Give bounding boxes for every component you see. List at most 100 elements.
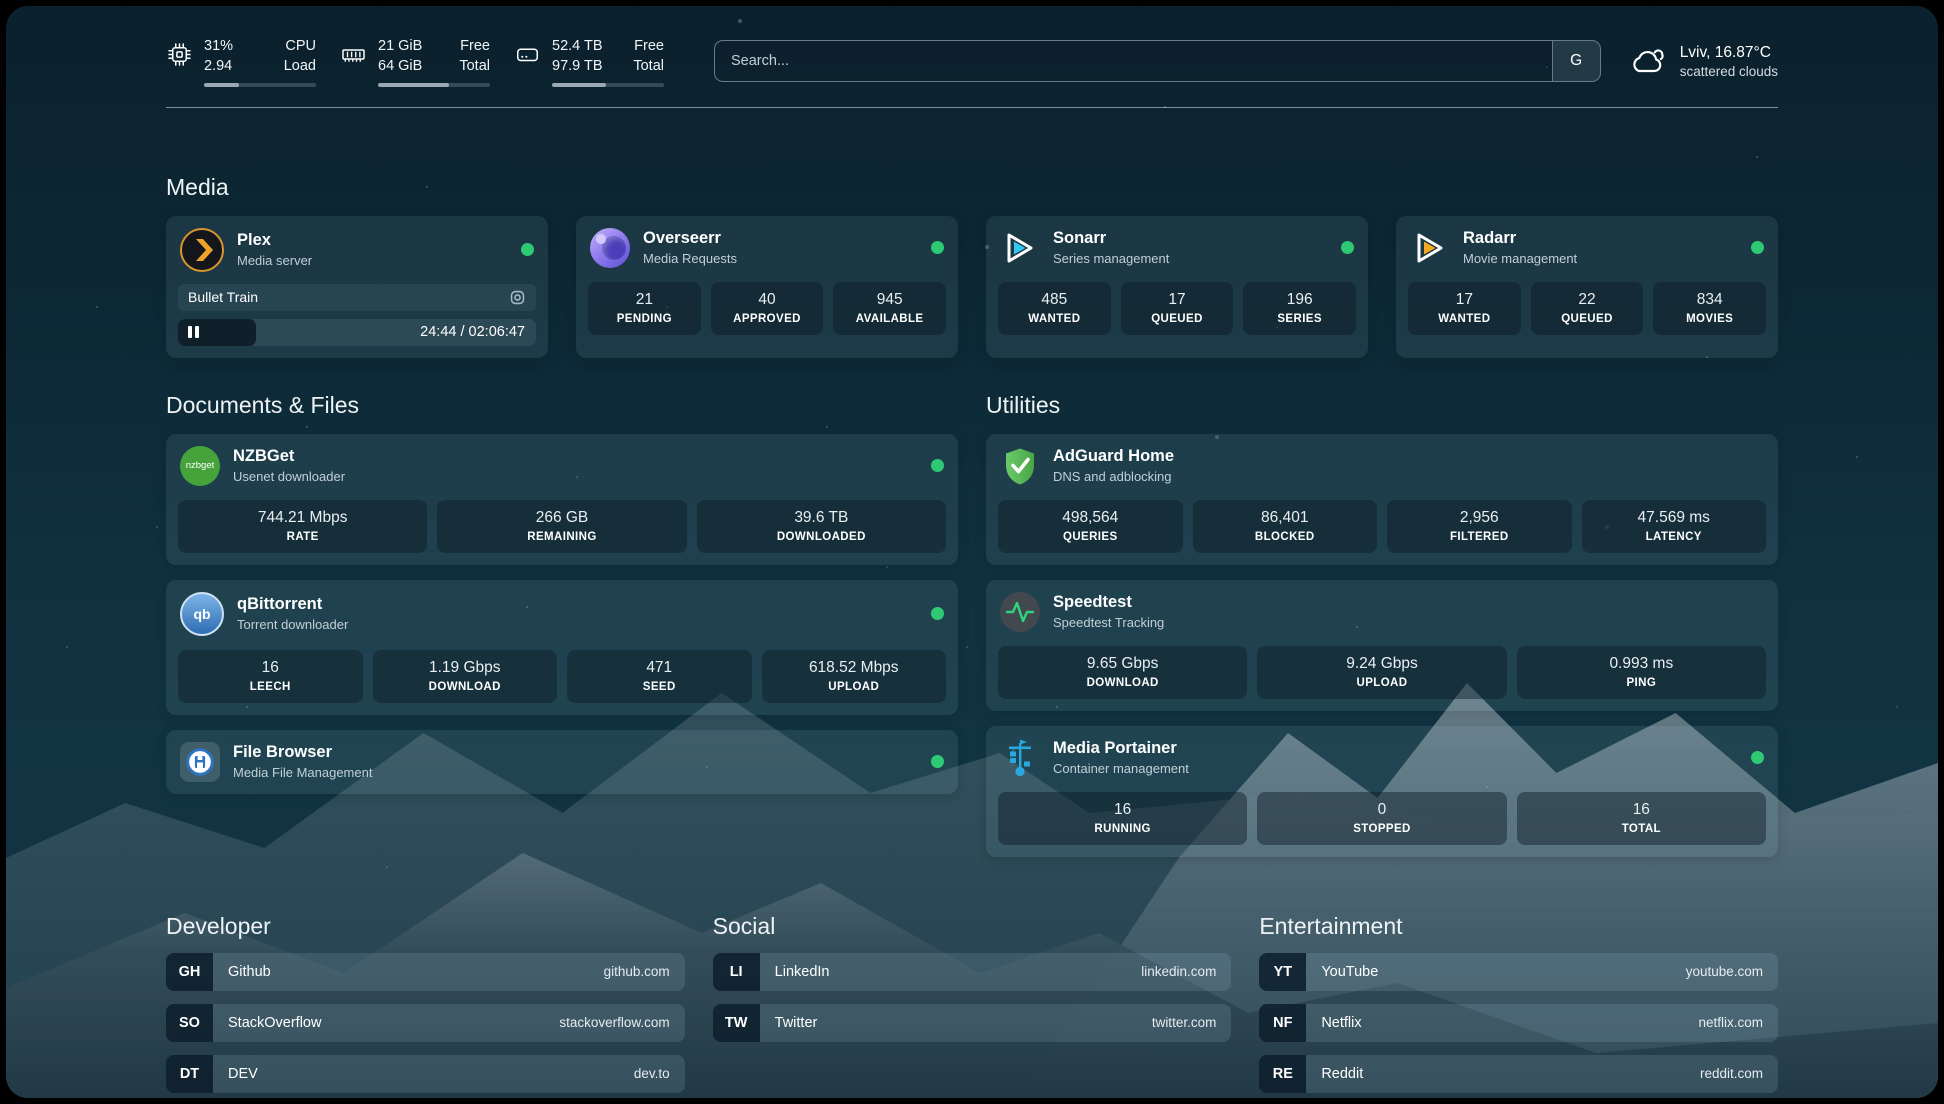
- section-title-developer: Developer: [166, 913, 685, 940]
- weather-widget: Lviv, 16.87°C scattered clouds: [1627, 43, 1778, 79]
- card-portainer[interactable]: Media Portainer Container management 16R…: [986, 726, 1778, 857]
- link-linkedin[interactable]: LI LinkedInlinkedin.com: [713, 953, 1232, 991]
- ram-widget: 21 GiBFree 64 GiBTotal: [340, 36, 490, 87]
- adguard-icon: [1000, 446, 1040, 486]
- app-name: Media Portainer: [1053, 739, 1189, 758]
- app-description: DNS and adblocking: [1053, 469, 1174, 484]
- disk-widget: 52.4 TBFree 97.9 TBTotal: [514, 36, 664, 87]
- app-description: Media File Management: [233, 765, 372, 780]
- cpu-widget: 31%CPU 2.94Load: [166, 36, 316, 87]
- link-name: Twitter: [775, 1015, 818, 1031]
- player-settings-icon[interactable]: [509, 289, 526, 306]
- cpu-progress-bar: [204, 83, 316, 87]
- ram-icon: [340, 41, 367, 68]
- portainer-icon: [1000, 738, 1040, 778]
- link-url: youtube.com: [1686, 964, 1763, 979]
- link-reddit[interactable]: RE Redditreddit.com: [1259, 1055, 1778, 1093]
- section-title-documents: Documents & Files: [166, 392, 958, 419]
- link-tag: RE: [1259, 1055, 1306, 1093]
- card-sonarr[interactable]: Sonarr Series management 485WANTED 17QUE…: [986, 216, 1368, 358]
- card-qbittorrent[interactable]: qb qBittorrent Torrent downloader 16LEEC…: [166, 580, 958, 715]
- weather-condition: scattered clouds: [1680, 64, 1778, 79]
- stat-pending: 21PENDING: [588, 282, 701, 335]
- link-tag: GH: [166, 953, 213, 991]
- card-speedtest[interactable]: Speedtest Speedtest Tracking 9.65 GbpsDO…: [986, 580, 1778, 711]
- link-tag: YT: [1259, 953, 1306, 991]
- status-dot: [1751, 751, 1764, 764]
- stat-running: 16RUNNING: [998, 792, 1247, 845]
- sonarr-icon: [1000, 228, 1040, 268]
- now-playing-title: Bullet Train: [188, 289, 258, 305]
- link-twitter[interactable]: TW Twittertwitter.com: [713, 1004, 1232, 1042]
- disk-free-value: 52.4 TB: [552, 36, 603, 56]
- playback-time: 24:44 / 02:06:47: [420, 324, 536, 340]
- disk-icon: [514, 41, 541, 68]
- link-netflix[interactable]: NF Netflixnetflix.com: [1259, 1004, 1778, 1042]
- nzbget-icon: nzbget: [180, 446, 220, 486]
- app-name: Speedtest: [1053, 593, 1164, 612]
- status-dot: [931, 241, 944, 254]
- stat-wanted: 485WANTED: [998, 282, 1111, 335]
- stat-remaining: 266 GBREMAINING: [437, 500, 686, 553]
- disk-progress-bar: [552, 83, 664, 87]
- stat-download: 1.19 GbpsDOWNLOAD: [373, 650, 558, 703]
- link-github[interactable]: GH Github github.com: [166, 953, 685, 991]
- developer-section: Developer GH Github github.com SO StackOv…: [166, 913, 685, 1093]
- link-tag: TW: [713, 1004, 760, 1042]
- section-title-utilities: Utilities: [986, 392, 1778, 419]
- cloud-icon: [1627, 43, 1667, 79]
- search-input[interactable]: [715, 41, 1552, 81]
- pause-icon: [188, 326, 199, 338]
- cpu-percent: 31%: [204, 36, 233, 56]
- link-name: YouTube: [1321, 964, 1378, 980]
- link-name: Netflix: [1321, 1015, 1361, 1031]
- card-nzbget[interactable]: nzbget NZBGet Usenet downloader 744.21 M…: [166, 434, 958, 565]
- top-bar: 31%CPU 2.94Load 21 GiBFree 64 GiBTotal: [166, 36, 1778, 87]
- stat-wanted: 17WANTED: [1408, 282, 1521, 335]
- stat-ping: 0.993 msPING: [1517, 646, 1766, 699]
- documents-column: Documents & Files nzbget NZBGet Usenet d…: [166, 392, 958, 857]
- app-description: Media server: [237, 253, 312, 268]
- link-stackoverflow[interactable]: SO StackOverflow stackoverflow.com: [166, 1004, 685, 1042]
- stat-queued: 22QUEUED: [1531, 282, 1644, 335]
- disk-free-label: Free: [634, 36, 664, 56]
- entertainment-section: Entertainment YT YouTubeyoutube.com NF N…: [1259, 913, 1778, 1093]
- card-plex[interactable]: Plex Media server Bullet Train: [166, 216, 548, 358]
- link-url: stackoverflow.com: [559, 1015, 669, 1030]
- stat-series: 196SERIES: [1243, 282, 1356, 335]
- app-description: Container management: [1053, 761, 1189, 776]
- ram-progress-bar: [378, 83, 490, 87]
- ram-total-value: 64 GiB: [378, 56, 422, 76]
- link-tag: SO: [166, 1004, 213, 1042]
- link-url: github.com: [604, 964, 670, 979]
- link-name: Github: [228, 964, 271, 980]
- dashboard-window: 31%CPU 2.94Load 21 GiBFree 64 GiBTotal: [6, 6, 1938, 1098]
- link-url: linkedin.com: [1141, 964, 1216, 979]
- section-title-media: Media: [166, 174, 1778, 201]
- link-dev[interactable]: DT DEVdev.to: [166, 1055, 685, 1093]
- playback-progress-bar: 24:44 / 02:06:47: [178, 319, 536, 346]
- utilities-column: Utilities AdGuard Home DNS and adblockin…: [986, 392, 1778, 857]
- link-name: StackOverflow: [228, 1015, 321, 1031]
- status-dot: [521, 243, 534, 256]
- filebrowser-icon: [180, 742, 220, 782]
- status-dot: [931, 755, 944, 768]
- card-radarr[interactable]: Radarr Movie management 17WANTED 22QUEUE…: [1396, 216, 1778, 358]
- search-engine-button[interactable]: G: [1552, 41, 1600, 81]
- app-name: Sonarr: [1053, 229, 1169, 248]
- app-description: Series management: [1053, 251, 1169, 266]
- stat-stopped: 0STOPPED: [1257, 792, 1506, 845]
- card-overseerr[interactable]: Overseerr Media Requests 21PENDING 40APP…: [576, 216, 958, 358]
- qbittorrent-icon: qb: [180, 592, 224, 636]
- card-filebrowser[interactable]: File Browser Media File Management: [166, 730, 958, 794]
- link-name: Reddit: [1321, 1066, 1363, 1082]
- ram-total-label: Total: [459, 56, 490, 76]
- card-adguard[interactable]: AdGuard Home DNS and adblocking 498,564Q…: [986, 434, 1778, 565]
- app-description: Torrent downloader: [237, 617, 348, 632]
- app-name: AdGuard Home: [1053, 447, 1174, 466]
- snow-specks: [6, 6, 8, 8]
- app-description: Media Requests: [643, 251, 737, 266]
- link-youtube[interactable]: YT YouTube youtube.com: [1259, 953, 1778, 991]
- stat-available: 945AVAILABLE: [833, 282, 946, 335]
- search-bar[interactable]: G: [714, 40, 1601, 82]
